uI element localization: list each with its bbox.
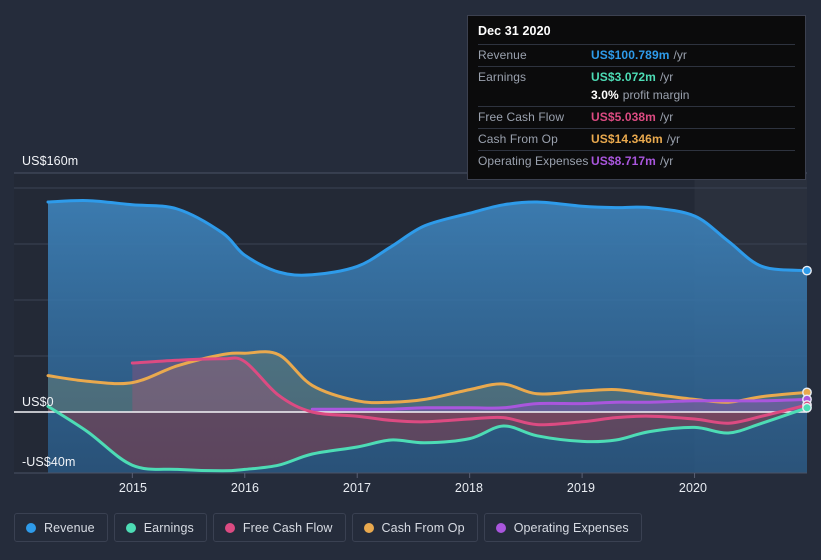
legend-label-earnings: Earnings (143, 520, 194, 535)
tooltip-value-operating-expenses: US$8.717m (591, 154, 656, 168)
x-axis-label-2015: 2015 (118, 481, 148, 495)
tooltip-sub-profit-margin: profit margin (622, 88, 690, 102)
tooltip-value-free-cash-flow: US$5.038m (591, 110, 656, 124)
tooltip-unit-revenue: /yr (673, 48, 687, 62)
tooltip-date: Dec 31 2020 (478, 24, 551, 38)
chart-legend: Revenue Earnings Free Cash Flow Cash Fro… (14, 513, 642, 542)
tooltip-unit-earnings: /yr (659, 70, 674, 84)
legend-dot-operating-expenses (495, 522, 506, 533)
tooltip-unit-free-cash-flow: /yr (659, 110, 674, 124)
legend-item-revenue[interactable]: Revenue (14, 513, 108, 542)
legend-label-operating-expenses: Operating Expenses (513, 520, 629, 535)
legend-label-revenue: Revenue (44, 520, 95, 535)
tooltip-value-cash-from-op: US$14.346m (591, 132, 663, 146)
y-axis-label-bottom: -US$40m (22, 455, 76, 469)
x-axis-label-2020: 2020 (678, 481, 708, 495)
tooltip-unit-cash-from-op: /yr (666, 132, 681, 146)
x-axis-label-2018: 2018 (454, 481, 484, 495)
tooltip-row-free-cash-flow: Free Cash Flow US$5.038m /yr (478, 106, 795, 128)
tooltip-value-revenue: US$100.789m (591, 48, 670, 62)
legend-dot-cash-from-op (363, 522, 374, 533)
tooltip-row-operating-expenses: Operating Expenses US$8.717m /yr (478, 150, 795, 172)
legend-item-operating-expenses[interactable]: Operating Expenses (483, 513, 642, 542)
legend-dot-earnings (125, 522, 136, 533)
tooltip-label-free-cash-flow: Free Cash Flow (478, 110, 565, 124)
tooltip-label-earnings: Earnings (478, 70, 527, 84)
tooltip-label-cash-from-op: Cash From Op (478, 132, 558, 146)
tooltip-label-revenue: Revenue (478, 48, 527, 62)
x-axis-label-2019: 2019 (566, 481, 596, 495)
tooltip-row-earnings: Earnings US$3.072m /yr (478, 66, 795, 88)
legend-item-earnings[interactable]: Earnings (113, 513, 207, 542)
legend-item-free-cash-flow[interactable]: Free Cash Flow (212, 513, 346, 542)
y-axis-label-zero: US$0 (22, 395, 54, 409)
legend-item-cash-from-op[interactable]: Cash From Op (351, 513, 478, 542)
tooltip-value-profit-margin: 3.0% (591, 88, 619, 102)
tooltip-row-cash-from-op: Cash From Op US$14.346m /yr (478, 128, 795, 150)
tooltip-label-operating-expenses: Operating Expenses (478, 154, 589, 168)
financial-performance-chart: US$160m US$0 -US$40m 2015 2016 2017 2018… (0, 0, 821, 560)
tooltip-value-earnings: US$3.072m (591, 70, 656, 84)
tooltip-row-revenue: Revenue US$100.789m /yr (478, 44, 795, 66)
tooltip-unit-operating-expenses: /yr (659, 154, 674, 168)
chart-tooltip: Dec 31 2020 Revenue US$100.789m /yr Earn… (467, 15, 806, 180)
legend-dot-revenue (26, 522, 36, 533)
x-axis-label-2016: 2016 (230, 481, 260, 495)
x-axis-label-2017: 2017 (342, 481, 372, 495)
legend-dot-free-cash-flow (224, 522, 235, 533)
tooltip-row-profit-margin: 3.0% profit margin (478, 88, 795, 106)
legend-label-cash-from-op: Cash From Op (381, 520, 465, 535)
legend-label-free-cash-flow: Free Cash Flow (242, 520, 333, 535)
y-axis-label-top: US$160m (22, 154, 79, 168)
